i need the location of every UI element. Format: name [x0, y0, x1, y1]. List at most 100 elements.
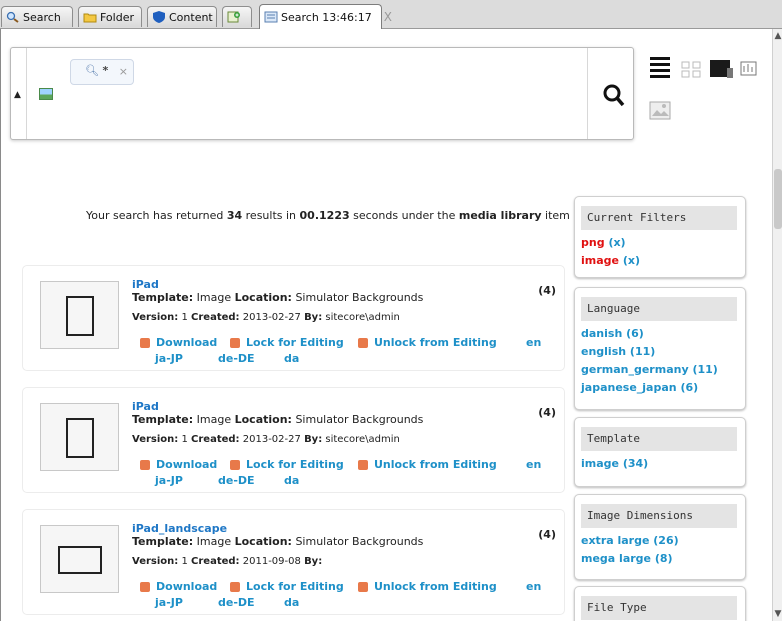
filter-png[interactable]: png (x): [575, 236, 745, 254]
search-time: 00.1223: [299, 209, 350, 222]
tab-label: Content: [169, 10, 213, 24]
tab-search[interactable]: Search: [1, 6, 73, 27]
unlock-icon: [358, 459, 368, 470]
list-view-icon[interactable]: [650, 57, 670, 78]
language-link-en[interactable]: en: [526, 458, 541, 471]
unlock-button[interactable]: Unlock from Editing: [358, 580, 497, 593]
current-filters-panel: Current Filters png (x) image (x): [574, 196, 746, 278]
item-template-line: Template: Image Location: Simulator Back…: [132, 413, 424, 426]
unlock-button[interactable]: Unlock from Editing: [358, 336, 497, 349]
language-link-en[interactable]: en: [526, 580, 541, 593]
search-tab-icon: [264, 11, 278, 23]
scroll-down-icon[interactable]: ▼: [773, 609, 782, 619]
results-summary: Your search has returned 34 results in 0…: [86, 209, 570, 222]
item-thumbnail[interactable]: [40, 281, 119, 349]
tab-bar: Search Folder Content Search 13:46:17 X: [0, 0, 782, 29]
lock-button[interactable]: Lock for Editing: [230, 336, 344, 349]
image-view-icon[interactable]: [649, 101, 671, 120]
item-template-line: Template: Image Location: Simulator Back…: [132, 535, 424, 548]
add-tab-icon: [227, 11, 241, 23]
language-link-ja-jp[interactable]: ja-JP: [155, 596, 183, 609]
language-link-ja-jp[interactable]: ja-JP: [155, 352, 183, 365]
close-tab-icon[interactable]: X: [384, 10, 392, 24]
language-link-da[interactable]: da: [284, 596, 299, 609]
item-name-link[interactable]: iPad: [132, 400, 159, 413]
language-link-da[interactable]: da: [284, 352, 299, 365]
item-count: (4): [538, 406, 556, 419]
language-link-de-de[interactable]: de-DE: [218, 352, 255, 365]
lock-icon: [230, 581, 240, 592]
panel-title: Language: [581, 297, 737, 321]
language-link-ja-jp[interactable]: ja-JP: [155, 474, 183, 487]
grid-view-icon[interactable]: [681, 61, 701, 78]
result-item: iPad_landscape Template: Image Location:…: [22, 509, 565, 615]
item-count: (4): [538, 284, 556, 297]
image-type-icon[interactable]: [39, 88, 53, 100]
lock-icon: [230, 337, 240, 348]
language-link-de-de[interactable]: de-DE: [218, 474, 255, 487]
download-button[interactable]: Download: [140, 580, 217, 593]
result-count: 34: [226, 209, 243, 222]
portrait-frame-icon: [66, 418, 94, 458]
result-item: iPad Template: Image Location: Simulator…: [22, 265, 565, 371]
tab-content[interactable]: Content: [147, 6, 217, 27]
unlock-icon: [358, 337, 368, 348]
panel-title: Image Dimensions: [581, 504, 737, 528]
scroll-up-icon[interactable]: ▲: [773, 31, 782, 41]
search-query-text: *: [102, 64, 109, 77]
tab-add[interactable]: [222, 6, 252, 27]
language-link-en[interactable]: en: [526, 336, 541, 349]
item-count: (4): [538, 528, 556, 541]
item-thumbnail[interactable]: [40, 403, 119, 471]
download-icon: [140, 459, 150, 470]
facet-option[interactable]: mega large (8): [575, 552, 745, 570]
facet-option[interactable]: danish (6): [575, 327, 745, 345]
result-item: iPad Template: Image Location: Simulator…: [22, 387, 565, 493]
tab-folder[interactable]: Folder: [78, 6, 142, 27]
download-button[interactable]: Download: [140, 458, 217, 471]
collapse-icon[interactable]: ▲: [14, 90, 21, 100]
image-dimensions-facet-panel: Image Dimensions extra large (26) mega l…: [574, 494, 746, 580]
facet-option[interactable]: german_germany (11): [575, 363, 745, 381]
search-button-icon[interactable]: [603, 84, 625, 108]
remove-token-icon[interactable]: ×: [119, 65, 128, 78]
template-facet-panel: Template image (34): [574, 417, 746, 487]
search-location: media library: [458, 209, 542, 222]
lock-button[interactable]: Lock for Editing: [230, 458, 344, 471]
item-version-line: Version: 1 Created: 2013-02-27 By: sitec…: [132, 434, 400, 445]
lock-button[interactable]: Lock for Editing: [230, 580, 344, 593]
remove-filter-link[interactable]: (x): [623, 254, 640, 267]
lock-icon: [230, 459, 240, 470]
language-link-da[interactable]: da: [284, 474, 299, 487]
chart-view-icon[interactable]: [740, 61, 757, 76]
filter-image[interactable]: image (x): [575, 254, 745, 272]
facet-option[interactable]: image (34): [575, 457, 745, 475]
download-icon: [140, 581, 150, 592]
search-icon: [6, 11, 20, 23]
facet-option[interactable]: english (11): [575, 345, 745, 363]
tab-search-results[interactable]: Search 13:46:17 X: [259, 4, 392, 29]
remove-filter-link[interactable]: (x): [608, 236, 625, 249]
unlock-button[interactable]: Unlock from Editing: [358, 458, 497, 471]
landscape-frame-icon: [58, 546, 102, 574]
item-thumbnail[interactable]: [40, 525, 119, 593]
search-query-token[interactable]: 🔍︎ * ×: [70, 59, 134, 85]
language-facet-panel: Language danish (6) english (11) german_…: [574, 287, 746, 410]
scrollbar[interactable]: ▲ ▼: [772, 29, 782, 621]
facet-option[interactable]: japanese_japan (6): [575, 381, 745, 399]
tab-label: Search: [23, 10, 61, 24]
portrait-frame-icon: [66, 296, 94, 336]
folder-icon: [83, 11, 97, 23]
item-name-link[interactable]: iPad: [132, 278, 159, 291]
language-link-de-de[interactable]: de-DE: [218, 596, 255, 609]
magnifier-small-icon: 🔍︎: [85, 64, 99, 77]
facet-option[interactable]: extra large (26): [575, 534, 745, 552]
scrollbar-thumb[interactable]: [774, 169, 782, 229]
item-name-link[interactable]: iPad_landscape: [132, 522, 227, 535]
unlock-icon: [358, 581, 368, 592]
detail-view-icon[interactable]: [710, 60, 733, 78]
download-icon: [140, 337, 150, 348]
panel-title: File Type: [581, 596, 737, 620]
download-button[interactable]: Download: [140, 336, 217, 349]
item-version-line: Version: 1 Created: 2011-09-08 By:: [132, 556, 323, 567]
